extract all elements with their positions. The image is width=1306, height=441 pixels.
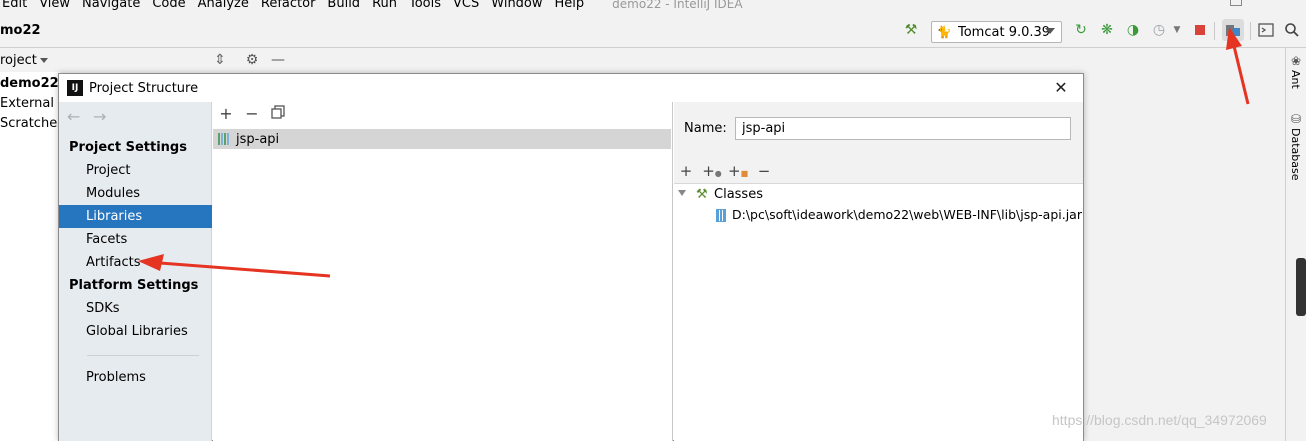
search-icon[interactable] [1284,22,1300,38]
tab-database[interactable]: Database [1289,128,1302,181]
menu-build[interactable]: Build [327,0,360,12]
menu-window[interactable]: Window [491,0,542,12]
build-hammer-icon[interactable]: ⚒ [903,22,919,38]
chevron-down-icon[interactable] [678,190,686,196]
breadcrumb[interactable]: mo22 [0,23,41,38]
library-icon [218,133,232,145]
menu-view[interactable]: View [39,0,70,12]
menu-navigate[interactable]: Navigate [82,0,140,12]
menu-tools[interactable]: Tools [409,0,441,12]
menu-refactor[interactable]: Refactor [261,0,316,12]
list-item-library[interactable]: jsp-api [213,129,671,149]
memory-indicator [1296,258,1306,316]
toolbar-separator [1214,22,1215,40]
library-name-field[interactable] [735,117,1071,140]
project-structure-icon [1226,25,1240,36]
classes-toolbar: + +● +■ − [674,160,1083,182]
coverage-icon[interactable]: ◑ [1125,22,1141,38]
sidebar-item-modules[interactable]: Modules [59,182,212,205]
close-icon[interactable]: ✕ [1051,78,1071,98]
dialog-title: Project Structure [89,81,199,96]
project-structure-dialog: IJ Project Structure ✕ ← → Project Setti… [58,73,1084,441]
copy-icon[interactable] [269,105,287,123]
database-icon: ⛁ [1289,112,1303,126]
project-tree: demo22 External Li Scratches [0,72,69,441]
sidebar-divider [87,355,199,356]
toolbar-separator [1250,22,1251,40]
restore-window-icon[interactable] [1230,0,1242,6]
name-label: Name: [684,121,727,136]
back-arrow-icon[interactable]: ← [67,107,80,126]
tree-item-scratches[interactable]: Scratches [0,116,64,131]
right-tool-strip: ❀ Ant ⛁ Database [1285,48,1306,441]
tree-node-jar-path[interactable]: D:\pc\soft\ideawork\demo22\web\WEB-INF\l… [732,207,1082,222]
remove-icon[interactable]: − [243,105,261,123]
stop-icon[interactable] [1192,22,1208,38]
sidebar-item-sdks[interactable]: SDKs [59,297,212,320]
add-icon[interactable]: + [217,105,235,123]
menu-bar: Edit View Navigate Code Analyze Refactor… [0,0,1306,14]
debug-icon[interactable]: ❋ [1099,22,1115,38]
watermark: https://blog.csdn.net/qq_34972069 [1052,412,1267,428]
run-configuration-label: Tomcat 9.0.39 [958,24,1051,40]
sidebar-item-libraries[interactable]: Libraries [59,205,212,228]
menu-analyze[interactable]: Analyze [198,0,249,12]
profile-icon[interactable]: ◷ [1151,22,1167,38]
tab-ant[interactable]: Ant [1289,70,1302,89]
libraries-list-panel: + − jsp-api [213,102,673,441]
project-panel-title[interactable]: roject [0,53,37,68]
tree-node-classes[interactable]: Classes [714,187,763,202]
forward-arrow-icon[interactable]: → [93,107,106,126]
project-panel-header: roject ⇕ ⚙ — [0,48,290,72]
terminal-icon[interactable] [1258,22,1274,38]
jar-icon [716,209,726,222]
sidebar-item-facets[interactable]: Facets [59,228,212,251]
menu-code[interactable]: Code [152,0,185,12]
library-details-panel: Name: + +● +■ − ⚒ Classes D:\pc\soft\ide… [674,102,1083,441]
menu-help[interactable]: Help [555,0,585,12]
chevron-down-icon [1045,28,1055,34]
dialog-titlebar: IJ Project Structure ✕ [59,74,1083,102]
sidebar-item-global-libraries[interactable]: Global Libraries [59,320,212,343]
hammer-icon: ⚒ [696,187,708,202]
gear-icon[interactable]: ⚙ [244,52,260,68]
collapse-all-icon[interactable]: ⇕ [212,52,228,68]
sidebar-item-problems[interactable]: Problems [59,366,212,389]
minimize-icon[interactable]: — [270,52,286,68]
profile-dropdown-icon[interactable]: ▼ [1169,22,1185,38]
run-configuration-selector[interactable]: 🐈 Tomcat 9.0.39 [931,21,1062,43]
menu-vcs[interactable]: VCS [453,0,479,12]
tomcat-icon: 🐈 [936,25,952,39]
window-title: demo22 - IntelliJ IDEA [612,0,743,11]
add-url-icon[interactable]: +● [702,161,722,181]
tree-item-demo22[interactable]: demo22 [0,76,59,91]
add-jar-icon[interactable]: +■ [728,161,748,181]
add-icon[interactable]: + [676,161,696,181]
menu-edit[interactable]: Edit [2,0,27,12]
project-settings-heading: Project Settings [69,140,187,155]
platform-settings-heading: Platform Settings [69,278,199,293]
sidebar-item-artifacts[interactable]: Artifacts [59,251,212,274]
libraries-toolbar: + − [213,102,673,128]
classes-tree: ⚒ Classes D:\pc\soft\ideawork\demo22\web… [674,183,1083,441]
intellij-logo-icon: IJ [67,80,83,96]
ant-icon: ❀ [1289,54,1303,68]
remove-icon[interactable]: − [754,161,774,181]
library-name: jsp-api [236,131,280,147]
annotation-arrow-project-structure [1232,45,1250,105]
chevron-down-icon[interactable] [40,58,48,63]
sidebar-item-project[interactable]: Project [59,159,212,182]
menu-run[interactable]: Run [372,0,397,12]
navigation-toolbar: mo22 ⚒ 🐈 Tomcat 9.0.39 ↻ ❋ ◑ ◷ ▼ [0,14,1306,48]
project-structure-button[interactable] [1222,19,1244,41]
settings-sidebar: ← → Project Settings Project Modules Lib… [59,102,212,441]
rerun-icon[interactable]: ↻ [1073,22,1089,38]
